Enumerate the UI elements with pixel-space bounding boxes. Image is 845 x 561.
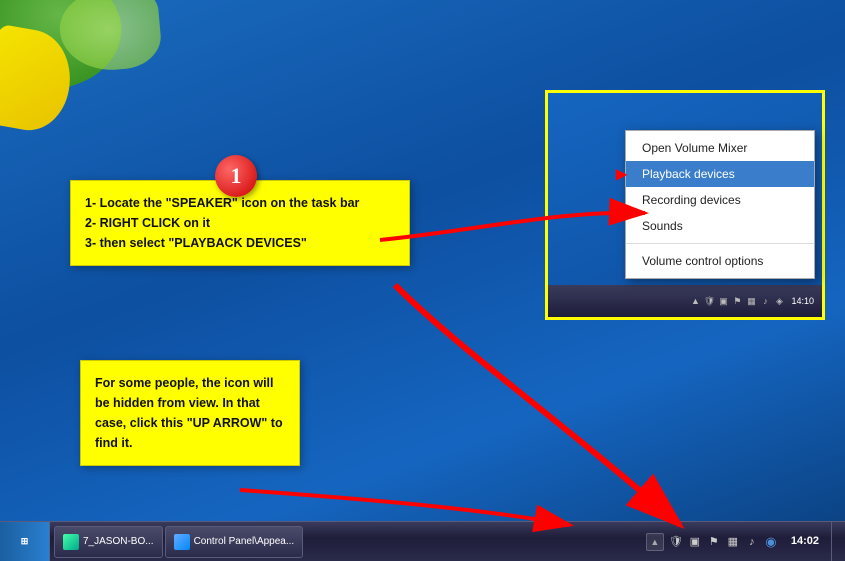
mini-flag-icon: ⚑ <box>731 295 743 307</box>
mini-shield-icon: 🛡 <box>703 295 715 307</box>
context-menu-volume-control[interactable]: Volume control options <box>626 248 814 274</box>
systray-monitor-icon: ▦ <box>725 534 741 550</box>
mini-monitor-icon: ▦ <box>745 295 757 307</box>
context-menu: Open Volume Mixer ▶ Playback devices Rec… <box>625 130 815 279</box>
taskbar-items: 7_JASON-BO... Control Panel\Appea... <box>50 522 640 561</box>
systray-icons: 🛡 ▣ ⚑ ▦ ♪ ◉ <box>668 534 779 550</box>
mini-network-icon: ◈ <box>773 295 785 307</box>
clock-time: 14:02 <box>791 534 819 548</box>
mini-up-arrow-icon: ▲ <box>689 295 701 307</box>
context-menu-playback-devices[interactable]: ▶ Playback devices <box>626 161 814 187</box>
mini-speaker-icon: ♪ <box>759 295 771 307</box>
context-menu-separator <box>626 243 814 244</box>
context-menu-sounds[interactable]: Sounds <box>626 213 814 239</box>
systray-flag-icon: ⚑ <box>706 534 722 550</box>
preview-clock: 14:10 <box>787 296 818 306</box>
playback-arrow: ▶ <box>616 166 627 183</box>
show-desktop-button[interactable] <box>831 522 839 561</box>
mini-net-icon: ▣ <box>717 295 729 307</box>
note1-line3: 3- then select "PLAYBACK DEVICES" <box>85 233 395 253</box>
note2-text: For some people, the icon will be hidden… <box>95 376 283 450</box>
instruction-note-2: For some people, the icon will be hidden… <box>80 360 300 466</box>
context-menu-recording-devices[interactable]: Recording devices <box>626 187 814 213</box>
systray-up-arrow[interactable]: ▲ <box>646 533 664 551</box>
taskbar-btn-2[interactable]: Control Panel\Appea... <box>165 526 304 558</box>
step-1-badge: 1 <box>215 155 257 197</box>
taskbar-btn-2-icon <box>174 534 190 550</box>
start-button[interactable]: ⊞ <box>0 522 50 561</box>
systray-speaker-icon[interactable]: ♪ <box>744 534 760 550</box>
systray-google-icon: ◉ <box>763 534 779 550</box>
taskbar: ⊞ 7_JASON-BO... Control Panel\Appea... ▲… <box>0 521 845 561</box>
systray-network-icon: ▣ <box>687 534 703 550</box>
taskbar-btn-1-icon <box>63 534 79 550</box>
note1-line2: 2- RIGHT CLICK on it <box>85 213 395 233</box>
taskbar-btn-1[interactable]: 7_JASON-BO... <box>54 526 163 558</box>
taskbar-clock[interactable]: 14:02 <box>783 534 827 548</box>
system-tray: ▲ 🛡 ▣ ⚑ ▦ ♪ ◉ 14:02 <box>640 522 845 561</box>
preview-taskbar: ▲ 🛡 ▣ ⚑ ▦ ♪ ◈ 14:10 <box>548 285 822 317</box>
context-menu-open-volume-mixer[interactable]: Open Volume Mixer <box>626 135 814 161</box>
systray-shield-icon: 🛡 <box>668 534 684 550</box>
